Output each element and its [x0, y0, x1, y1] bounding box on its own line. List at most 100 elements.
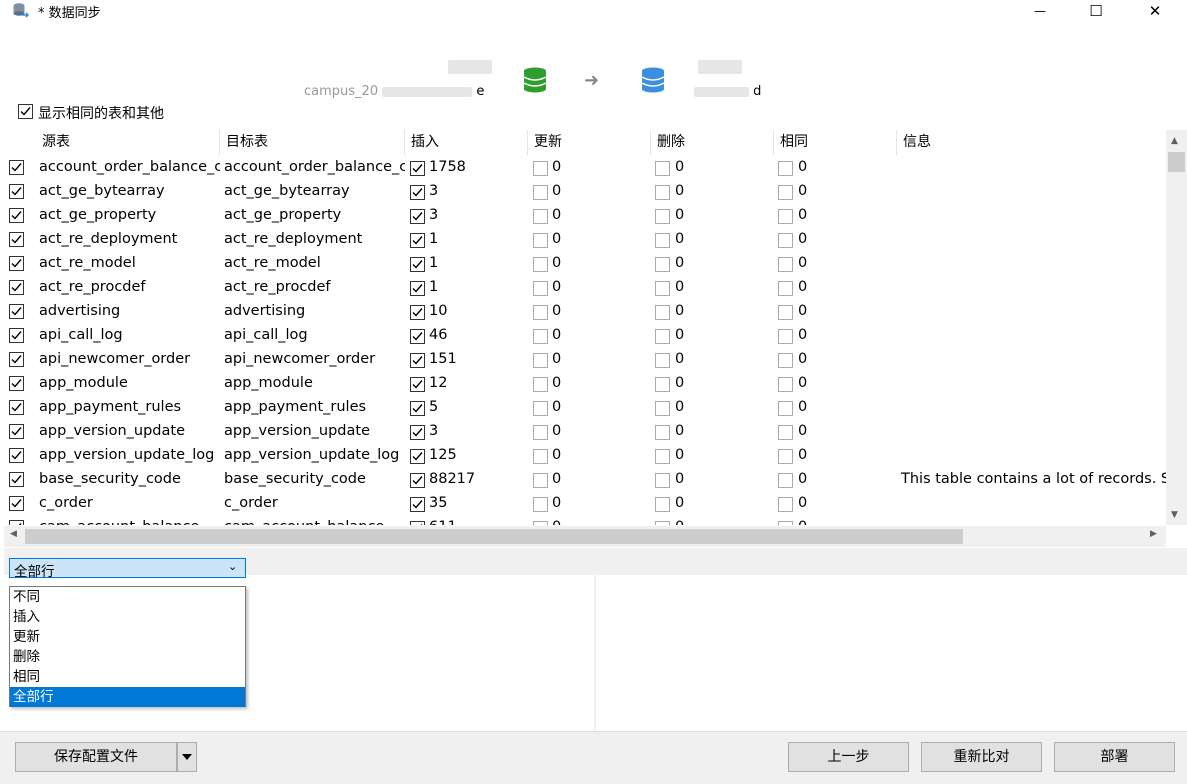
- table-row[interactable]: api_newcomer_order api_newcomer_order 151 0…: [4, 347, 1166, 371]
- row-select-checkbox[interactable]: [9, 424, 24, 439]
- row-select-checkbox[interactable]: [9, 160, 24, 175]
- table-row[interactable]: cam_account_balance cam_account_balance 61…: [4, 515, 1166, 525]
- same-checkbox[interactable]: [778, 257, 793, 272]
- insert-checkbox[interactable]: [410, 329, 425, 344]
- column-header-update[interactable]: 更新: [528, 130, 651, 155]
- same-checkbox[interactable]: [778, 497, 793, 512]
- table-row[interactable]: base_security_code base_security_code 8821…: [4, 467, 1166, 491]
- insert-checkbox[interactable]: [410, 353, 425, 368]
- insert-checkbox[interactable]: [410, 401, 425, 416]
- table-row[interactable]: app_payment_rules app_payment_rules 5 0 0 0: [4, 395, 1166, 419]
- filter-option-delete[interactable]: 删除: [10, 647, 245, 667]
- filter-option-different[interactable]: 不同: [10, 587, 245, 607]
- horizontal-scroll-thumb[interactable]: [25, 529, 963, 544]
- same-checkbox[interactable]: [778, 521, 793, 525]
- filter-option-update[interactable]: 更新: [10, 627, 245, 647]
- row-select-checkbox[interactable]: [9, 472, 24, 487]
- update-checkbox[interactable]: [533, 353, 548, 368]
- update-checkbox[interactable]: [533, 305, 548, 320]
- update-checkbox[interactable]: [533, 161, 548, 176]
- delete-checkbox[interactable]: [655, 329, 670, 344]
- save-profile-button[interactable]: 保存配置文件: [15, 742, 177, 772]
- update-checkbox[interactable]: [533, 281, 548, 296]
- insert-checkbox[interactable]: [410, 521, 425, 525]
- delete-checkbox[interactable]: [655, 257, 670, 272]
- table-row[interactable]: act_ge_bytearray act_ge_bytearray 3 0 0 0: [4, 179, 1166, 203]
- delete-checkbox[interactable]: [655, 161, 670, 176]
- row-select-checkbox[interactable]: [9, 496, 24, 511]
- filter-option-insert[interactable]: 插入: [10, 607, 245, 627]
- scroll-left-icon[interactable]: ◀: [10, 529, 17, 539]
- delete-checkbox[interactable]: [655, 233, 670, 248]
- column-header-info[interactable]: 信息: [897, 130, 1166, 155]
- insert-checkbox[interactable]: [410, 473, 425, 488]
- close-button[interactable]: ✕: [1132, 0, 1178, 22]
- same-checkbox[interactable]: [778, 353, 793, 368]
- same-checkbox[interactable]: [778, 281, 793, 296]
- previous-step-button[interactable]: 上一步: [788, 742, 909, 772]
- column-header-insert[interactable]: 插入: [405, 130, 528, 155]
- update-checkbox[interactable]: [533, 257, 548, 272]
- column-header-delete[interactable]: 删除: [651, 130, 774, 155]
- delete-checkbox[interactable]: [655, 449, 670, 464]
- table-row[interactable]: act_re_deployment act_re_deployment 1 0 0 0: [4, 227, 1166, 251]
- insert-checkbox[interactable]: [410, 305, 425, 320]
- update-checkbox[interactable]: [533, 233, 548, 248]
- same-checkbox[interactable]: [778, 161, 793, 176]
- delete-checkbox[interactable]: [655, 521, 670, 525]
- same-checkbox[interactable]: [778, 401, 793, 416]
- insert-checkbox[interactable]: [410, 233, 425, 248]
- insert-checkbox[interactable]: [410, 185, 425, 200]
- update-checkbox[interactable]: [533, 209, 548, 224]
- insert-checkbox[interactable]: [410, 377, 425, 392]
- update-checkbox[interactable]: [533, 521, 548, 525]
- delete-checkbox[interactable]: [655, 185, 670, 200]
- scroll-right-icon[interactable]: ▶: [1150, 529, 1157, 539]
- insert-checkbox[interactable]: [410, 209, 425, 224]
- update-checkbox[interactable]: [533, 329, 548, 344]
- update-checkbox[interactable]: [533, 401, 548, 416]
- update-checkbox[interactable]: [533, 185, 548, 200]
- show-same-checkbox[interactable]: [18, 104, 33, 119]
- table-row[interactable]: app_version_update_log app_version_update…: [4, 443, 1166, 467]
- insert-checkbox[interactable]: [410, 161, 425, 176]
- row-select-checkbox[interactable]: [9, 376, 24, 391]
- same-checkbox[interactable]: [778, 329, 793, 344]
- row-select-checkbox[interactable]: [9, 232, 24, 247]
- same-checkbox[interactable]: [778, 233, 793, 248]
- delete-checkbox[interactable]: [655, 305, 670, 320]
- row-select-checkbox[interactable]: [9, 304, 24, 319]
- column-header-source[interactable]: 源表: [36, 130, 220, 155]
- table-row[interactable]: account_order_balance_c account_order_bal…: [4, 155, 1166, 179]
- insert-checkbox[interactable]: [410, 257, 425, 272]
- same-checkbox[interactable]: [778, 185, 793, 200]
- row-select-checkbox[interactable]: [9, 448, 24, 463]
- insert-checkbox[interactable]: [410, 281, 425, 296]
- row-filter-select[interactable]: 全部行 ⌄: [9, 558, 246, 580]
- insert-checkbox[interactable]: [410, 497, 425, 512]
- update-checkbox[interactable]: [533, 497, 548, 512]
- scroll-up-icon[interactable]: ▲: [1171, 136, 1178, 146]
- delete-checkbox[interactable]: [655, 401, 670, 416]
- update-checkbox[interactable]: [533, 425, 548, 440]
- insert-checkbox[interactable]: [410, 449, 425, 464]
- horizontal-scrollbar[interactable]: ◀ ▶: [4, 526, 1166, 547]
- table-row[interactable]: advertising advertising 10 0 0 0: [4, 299, 1166, 323]
- scroll-down-icon[interactable]: ▼: [1171, 510, 1178, 520]
- row-select-checkbox[interactable]: [9, 520, 24, 525]
- table-row[interactable]: act_re_model act_re_model 1 0 0 0: [4, 251, 1166, 275]
- vertical-scroll-thumb[interactable]: [1168, 152, 1185, 172]
- row-select-checkbox[interactable]: [9, 208, 24, 223]
- same-checkbox[interactable]: [778, 449, 793, 464]
- delete-checkbox[interactable]: [655, 473, 670, 488]
- table-row[interactable]: c_order c_order 35 0 0 0: [4, 491, 1166, 515]
- delete-checkbox[interactable]: [655, 281, 670, 296]
- same-checkbox[interactable]: [778, 425, 793, 440]
- table-row[interactable]: api_call_log api_call_log 46 0 0 0: [4, 323, 1166, 347]
- row-select-checkbox[interactable]: [9, 328, 24, 343]
- same-checkbox[interactable]: [778, 305, 793, 320]
- filter-option-all[interactable]: 全部行: [10, 687, 245, 707]
- recompare-button[interactable]: 重新比对: [921, 742, 1042, 772]
- table-row[interactable]: app_version_update app_version_update 3 0 0 0: [4, 419, 1166, 443]
- column-header-target[interactable]: 目标表: [220, 130, 405, 155]
